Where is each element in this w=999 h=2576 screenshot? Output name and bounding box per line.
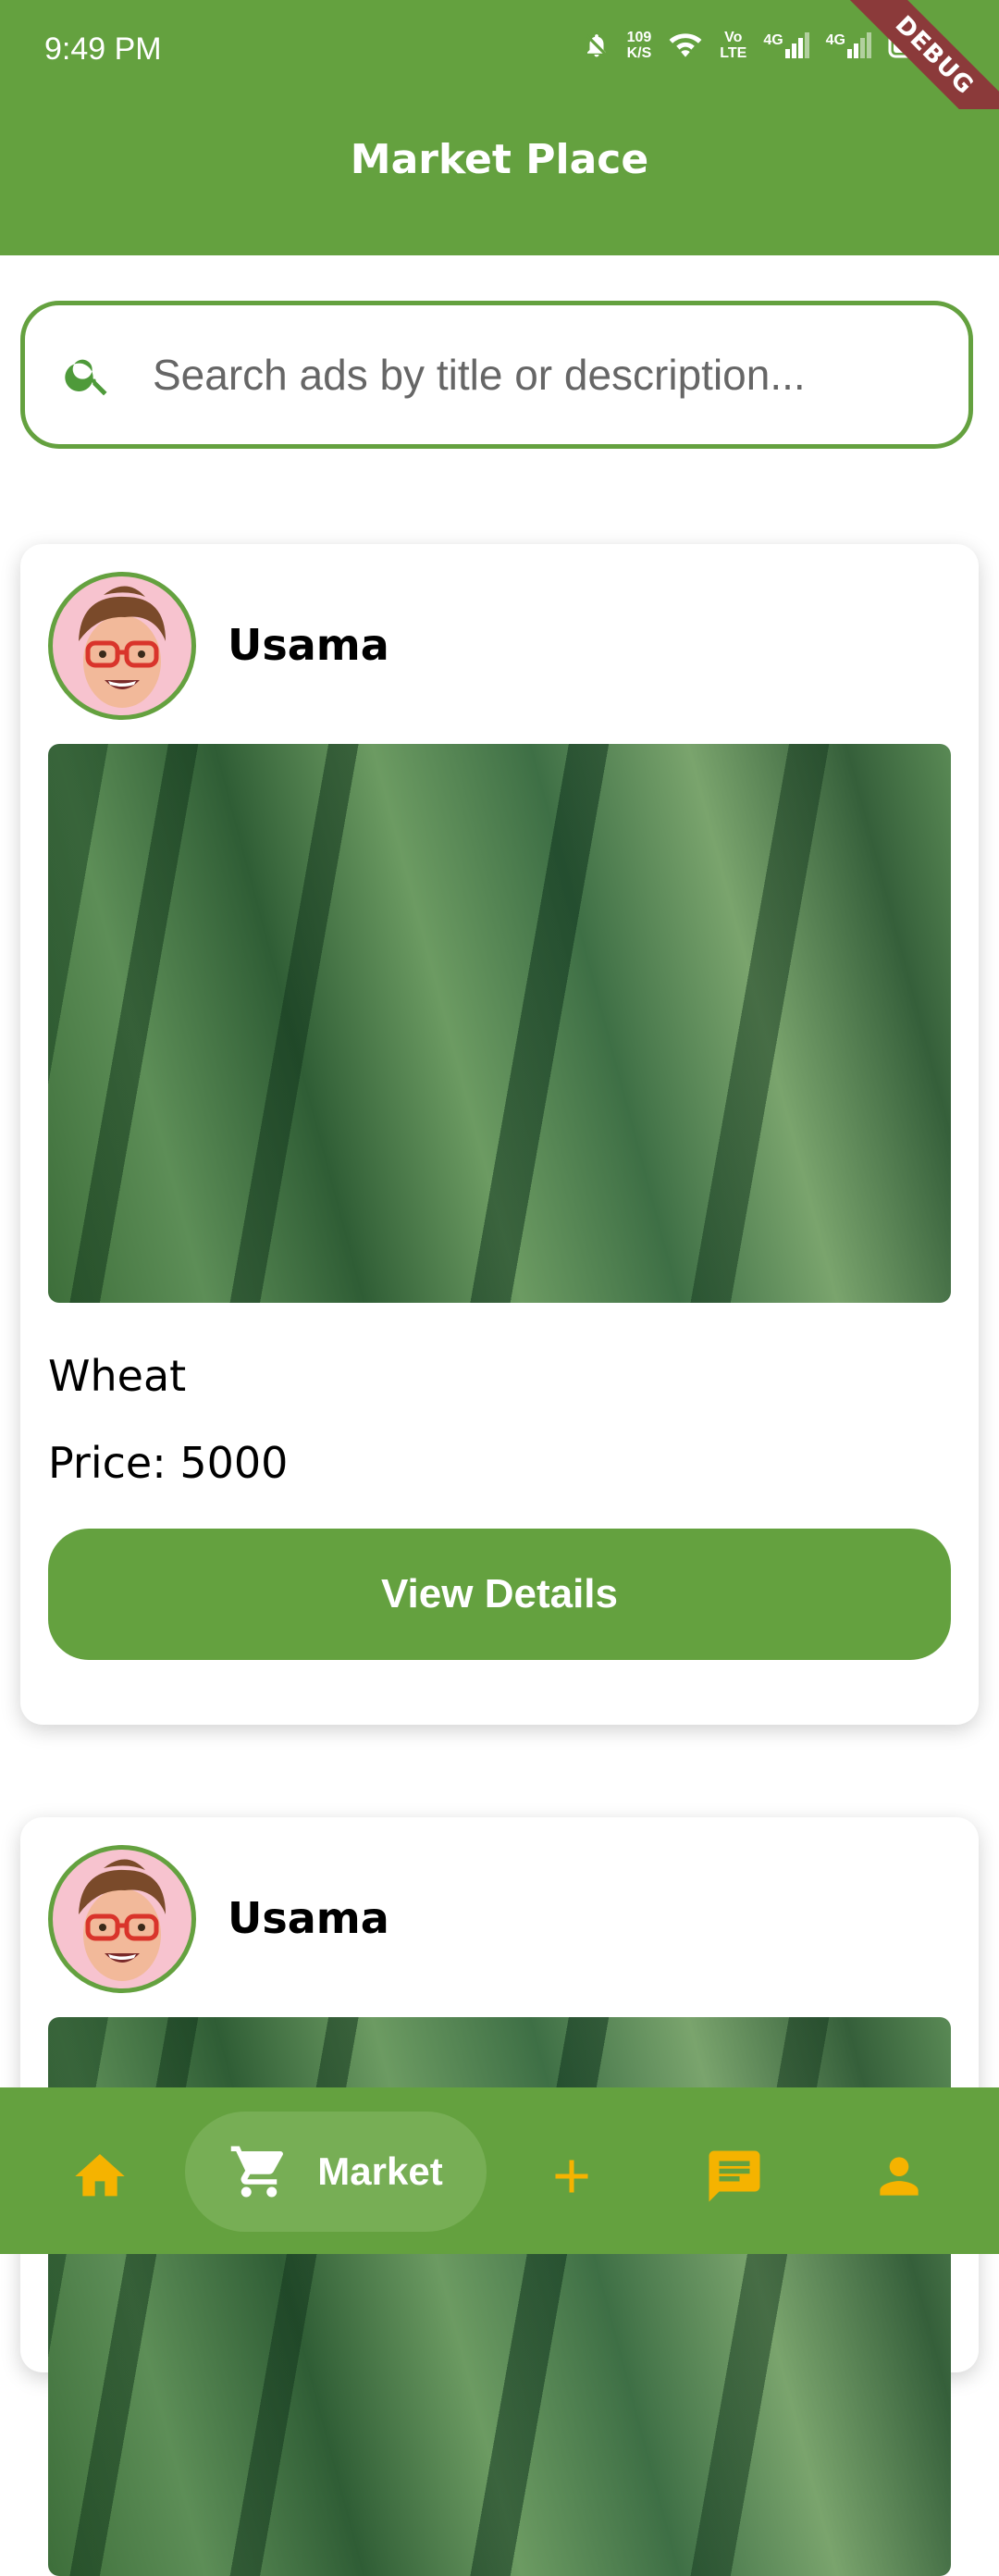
mute-bell-icon [585,33,608,57]
signal-1-label: 4G [763,32,783,48]
volte-top: Vo [724,30,743,45]
avatar-face-icon [79,586,166,708]
search-bar[interactable] [20,301,973,449]
volte-bottom: LTE [720,45,747,61]
status-bar: 9:49 PM 109 K/S Vo LTE 4G 4G DEBUG [0,0,999,155]
network-speed: 109 K/S [627,30,652,61]
add-icon [555,2160,588,2193]
network-speed-value: 109 [626,30,652,45]
app-bar: Market Place [0,109,999,255]
cart-icon [231,2146,284,2198]
network-speed-unit: K/S [626,45,652,61]
nav-chat[interactable] [697,2139,771,2213]
signal-2-icon: 4G [826,32,871,58]
signal-2-label: 4G [825,32,845,48]
listing-price: Price: 5000 [48,1438,289,1488]
nav-add[interactable] [535,2139,609,2213]
page-title: Market Place [350,135,649,183]
status-time: 9:49 PM [44,31,162,67]
bottom-navigation: Market [0,2087,999,2254]
home-icon [75,2154,125,2197]
search-input[interactable] [151,349,950,401]
person-icon [880,2157,919,2196]
username: Usama [228,1893,389,1943]
search-icon [65,359,107,396]
avatar[interactable] [48,572,196,720]
username: Usama [228,620,389,670]
signal-1-icon: 4G [763,32,809,58]
avatar[interactable] [48,1845,196,1993]
view-details-button[interactable]: View Details [48,1529,951,1660]
listing-title: Wheat [48,1351,187,1401]
listing-card: Usama Wheat Price: 5000 View Details [20,544,979,1725]
nav-home[interactable] [63,2139,137,2213]
listing-image[interactable] [48,744,951,1303]
avatar-face-icon [79,1859,166,1981]
wifi-icon [669,33,702,57]
nav-market-label: Market [317,2149,443,2193]
chat-icon [709,2150,760,2202]
nav-profile[interactable] [862,2139,936,2213]
nav-market[interactable]: Market [185,2112,487,2232]
volte-indicator: Vo LTE [720,30,746,61]
